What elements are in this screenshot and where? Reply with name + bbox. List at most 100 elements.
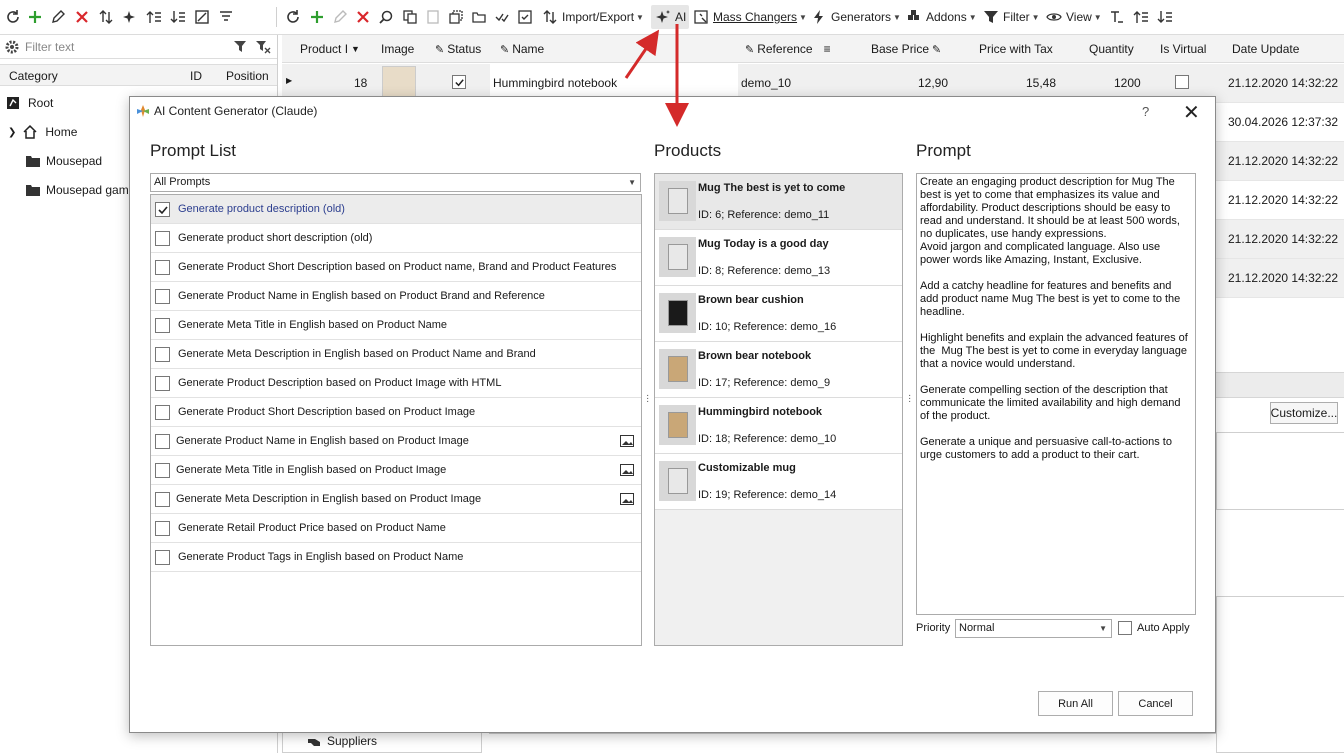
product-list-item[interactable]: Hummingbird notebook ID: 18; Reference: d…	[655, 398, 902, 454]
expand-button[interactable]	[145, 5, 163, 29]
help-button[interactable]: ?	[1142, 104, 1149, 119]
id-column-header[interactable]: ID	[190, 69, 202, 83]
image-edit-button[interactable]	[193, 5, 211, 29]
prompt-text-area[interactable]: Create an engaging product description f…	[916, 173, 1196, 615]
import-export-menu[interactable]: Import/Export ▼	[541, 5, 644, 29]
prompt-checkbox[interactable]	[155, 550, 170, 565]
prompt-list-item[interactable]: Generate Product Tags in English based o…	[151, 543, 641, 572]
column-header-status[interactable]: ✎ Status	[435, 42, 481, 56]
customize-button[interactable]: Customize...	[1270, 402, 1338, 424]
column-header-label: Reference	[757, 42, 813, 56]
column-header-date-update[interactable]: Date Update	[1232, 42, 1299, 56]
filter-clear-icon[interactable]	[254, 38, 272, 56]
generators-menu[interactable]: Generators ▼	[810, 5, 901, 29]
move-button[interactable]	[470, 5, 488, 29]
prompt-checkbox[interactable]	[155, 376, 170, 391]
eye-icon	[1045, 8, 1063, 26]
prompt-list-item[interactable]: Generate Product Name in English based o…	[151, 427, 641, 456]
priority-select[interactable]: Normal ▼	[955, 619, 1112, 638]
gear-icon[interactable]	[3, 38, 21, 56]
font-button[interactable]	[1108, 5, 1126, 29]
row-indicator-icon: ▶	[286, 76, 293, 85]
filter-list-button[interactable]	[217, 5, 235, 29]
grid-refresh-button[interactable]	[284, 5, 302, 29]
sparkle-button[interactable]	[121, 5, 139, 29]
prompt-list-item[interactable]: Generate Meta Title in English based on …	[151, 456, 641, 485]
mass-changers-label: Mass Changers	[713, 10, 798, 24]
grid-delete-button[interactable]	[354, 5, 372, 29]
prompt-category-select[interactable]: All Prompts ▼	[150, 173, 641, 192]
prompt-checkbox[interactable]	[155, 202, 170, 217]
cell-price-tax: 15,48	[1026, 76, 1057, 90]
prompt-list-item[interactable]: Generate Product Short Description based…	[151, 253, 641, 282]
copy-button[interactable]	[401, 5, 419, 29]
is-virtual-checkbox[interactable]	[1175, 75, 1189, 92]
edit-button[interactable]	[49, 5, 67, 29]
prompt-checkbox[interactable]	[155, 434, 170, 449]
product-list-item[interactable]: Mug The best is yet to come ID: 6; Refere…	[655, 174, 902, 230]
bulk-button[interactable]	[493, 5, 511, 29]
paste-button[interactable]	[424, 5, 442, 29]
run-all-button[interactable]: Run All	[1038, 691, 1113, 716]
filter-menu[interactable]: Filter ▼	[982, 5, 1040, 29]
cancel-button[interactable]: Cancel	[1118, 691, 1193, 716]
product-list-item[interactable]: Mug Today is a good day ID: 8; Reference:…	[655, 230, 902, 286]
column-header-base-price[interactable]: Base Price ✎	[871, 42, 941, 56]
prompt-list-item[interactable]: Generate Product Short Description based…	[151, 398, 641, 427]
filter-text-input[interactable]: Filter text	[25, 40, 74, 54]
search-button[interactable]	[377, 5, 395, 29]
delete-button[interactable]	[73, 5, 91, 29]
add-button[interactable]	[26, 5, 44, 29]
prompt-checkbox[interactable]	[155, 521, 170, 536]
collapse-all-button[interactable]	[1156, 5, 1174, 29]
column-header-reference[interactable]: ✎ Reference ≡	[745, 42, 831, 56]
status-checkbox[interactable]	[452, 75, 466, 91]
prompt-checkbox[interactable]	[155, 289, 170, 304]
ai-button[interactable]: AI	[651, 5, 690, 29]
prompt-list-item[interactable]: Generate product description (old)	[151, 195, 641, 224]
column-header-quantity[interactable]: Quantity	[1089, 42, 1134, 56]
product-list-item[interactable]: Brown bear notebook ID: 17; Reference: de…	[655, 342, 902, 398]
product-list-item[interactable]: Customizable mug ID: 19; Reference: demo_…	[655, 454, 902, 510]
splitter-handle-icon[interactable]: · · ·	[908, 391, 911, 407]
expand-all-button[interactable]	[1132, 5, 1150, 29]
column-header-name[interactable]: ✎ Name	[500, 42, 544, 56]
cell-name: Hummingbird notebook	[493, 76, 618, 90]
product-list-item[interactable]: Brown bear cushion ID: 10; Reference: dem…	[655, 286, 902, 342]
addons-menu[interactable]: Addons ▼	[905, 5, 977, 29]
column-header-image[interactable]: Image	[381, 42, 414, 56]
column-header-is-virtual[interactable]: Is Virtual	[1160, 42, 1206, 56]
prompt-list-item[interactable]: Generate product short description (old)	[151, 224, 641, 253]
prompt-list-item[interactable]: Generate Product Name in English based o…	[151, 282, 641, 311]
prompt-checkbox[interactable]	[155, 492, 170, 507]
prompt-checkbox[interactable]	[155, 405, 170, 420]
auto-apply-checkbox[interactable]	[1118, 621, 1132, 635]
chevron-right-icon[interactable]: ❯	[8, 127, 16, 138]
sort-button[interactable]	[97, 5, 115, 29]
filter-apply-icon[interactable]	[232, 38, 250, 56]
prompt-list-item[interactable]: Generate Meta Description in English bas…	[151, 340, 641, 369]
category-column-header[interactable]: Category	[9, 69, 58, 83]
collapse-button[interactable]	[169, 5, 187, 29]
grid-edit-button[interactable]	[331, 5, 349, 29]
splitter-handle-icon[interactable]: · · ·	[646, 391, 649, 407]
column-header-product-id[interactable]: Product I ▼	[300, 42, 360, 56]
approve-button[interactable]	[516, 5, 534, 29]
position-column-header[interactable]: Position	[226, 69, 269, 83]
refresh-button[interactable]	[4, 5, 22, 29]
grid-add-button[interactable]	[308, 5, 326, 29]
prompt-list-item[interactable]: Generate Product Description based on Pr…	[151, 369, 641, 398]
mass-changers-menu[interactable]: Mass Changers ▼	[692, 5, 807, 29]
close-button[interactable]: ✕	[1183, 100, 1200, 125]
duplicate-button[interactable]	[447, 5, 465, 29]
prompt-checkbox[interactable]	[155, 260, 170, 275]
prompt-list-item[interactable]: Generate Meta Description in English bas…	[151, 485, 641, 514]
prompt-checkbox[interactable]	[155, 347, 170, 362]
column-header-price-tax[interactable]: Price with Tax	[979, 42, 1053, 56]
prompt-list-item[interactable]: Generate Meta Title in English based on …	[151, 311, 641, 340]
prompt-checkbox[interactable]	[155, 463, 170, 478]
prompt-checkbox[interactable]	[155, 231, 170, 246]
prompt-list-item[interactable]: Generate Retail Product Price based on P…	[151, 514, 641, 543]
prompt-checkbox[interactable]	[155, 318, 170, 333]
view-menu[interactable]: View ▼	[1045, 5, 1102, 29]
